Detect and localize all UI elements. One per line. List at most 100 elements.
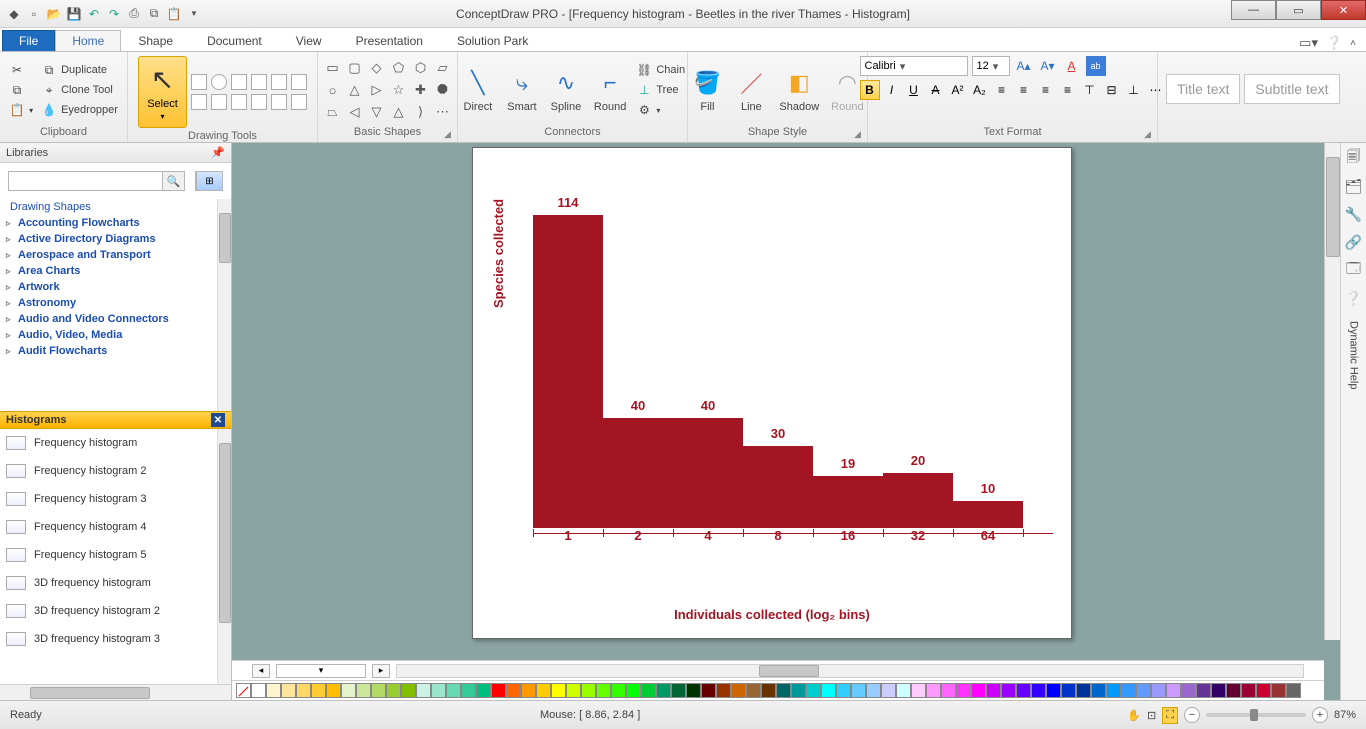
close-section-icon[interactable]: ✕	[211, 413, 225, 427]
color-swatch[interactable]	[1001, 683, 1016, 698]
shape-hexagon[interactable]: ⬡	[412, 59, 430, 77]
subtitle-text-button[interactable]: Subtitle text	[1244, 74, 1339, 104]
color-swatch[interactable]	[326, 683, 341, 698]
shape-arrow-r[interactable]: ▷	[368, 81, 386, 99]
color-swatch[interactable]	[1286, 683, 1301, 698]
color-swatch[interactable]	[866, 683, 881, 698]
template-item[interactable]: Frequency histogram	[0, 429, 217, 457]
color-swatch[interactable]	[266, 683, 281, 698]
color-swatch[interactable]	[851, 683, 866, 698]
color-swatch[interactable]	[296, 683, 311, 698]
color-swatch[interactable]	[1031, 683, 1046, 698]
template-item[interactable]: Frequency histogram 3	[0, 485, 217, 513]
color-swatch[interactable]	[1016, 683, 1031, 698]
color-swatch[interactable]	[731, 683, 746, 698]
bar[interactable]: 40	[603, 418, 673, 528]
shadow-button[interactable]: ◧Shadow	[775, 65, 823, 115]
new-icon[interactable]: ▫	[26, 6, 42, 22]
round-connector-button[interactable]: ⌐Round	[590, 65, 630, 115]
tab-solution-park[interactable]: Solution Park	[440, 30, 545, 51]
color-swatch[interactable]	[581, 683, 596, 698]
shape-trapezoid[interactable]: ⏢	[324, 103, 342, 121]
page-selector[interactable]: ▾	[276, 664, 366, 678]
tree-scrollbar[interactable]	[217, 199, 231, 411]
color-swatch[interactable]	[1271, 683, 1286, 698]
paste-icon[interactable]: 📋	[166, 6, 182, 22]
zoom-out-button[interactable]: −	[1184, 707, 1200, 723]
bar[interactable]: 40	[673, 418, 743, 528]
shape-triangle[interactable]: △	[346, 81, 364, 99]
dynamic-help-tab[interactable]: Dynamic Help	[1348, 321, 1360, 389]
page-next-button[interactable]: ▸	[372, 664, 390, 678]
align-right-button[interactable]: ≡	[1036, 80, 1056, 100]
color-swatch[interactable]	[911, 683, 926, 698]
canvas[interactable]: Species collected 114404030192010 124816…	[232, 143, 1324, 660]
text-format-dialog[interactable]: ◢	[1144, 129, 1154, 139]
color-swatch[interactable]	[791, 683, 806, 698]
tree-button[interactable]: ⊥Tree	[634, 81, 687, 99]
node-tool[interactable]	[211, 94, 227, 110]
color-swatch[interactable]	[821, 683, 836, 698]
valign-top-button[interactable]: ⊤	[1080, 80, 1100, 100]
text-tool[interactable]	[231, 94, 247, 110]
subscript-button[interactable]: A₂	[970, 80, 990, 100]
color-swatch[interactable]	[1106, 683, 1121, 698]
color-swatch[interactable]	[431, 683, 446, 698]
hyperlinks-panel-icon[interactable]: 🔗	[1345, 233, 1363, 251]
bar[interactable]: 30	[743, 446, 813, 529]
font-size-combo[interactable]: 12▾	[972, 56, 1010, 76]
color-swatch[interactable]	[1166, 683, 1181, 698]
color-swatch[interactable]	[1061, 683, 1076, 698]
open-icon[interactable]: 📂	[46, 6, 62, 22]
close-button[interactable]: ✕	[1321, 0, 1366, 20]
tab-shape[interactable]: Shape	[121, 30, 190, 51]
color-swatch[interactable]	[656, 683, 671, 698]
template-item[interactable]: Frequency histogram 4	[0, 513, 217, 541]
color-swatch[interactable]	[716, 683, 731, 698]
duplicate-button[interactable]: ⧉Duplicate	[39, 61, 120, 79]
color-swatch[interactable]	[1151, 683, 1166, 698]
shape-octagon[interactable]: ⯃	[434, 81, 452, 99]
align-left-button[interactable]: ≡	[992, 80, 1012, 100]
tab-presentation[interactable]: Presentation	[339, 30, 440, 51]
help-icon[interactable]: ❔	[1326, 35, 1342, 51]
arc-tool[interactable]	[271, 74, 287, 90]
color-swatch[interactable]	[671, 683, 686, 698]
shape-chevron[interactable]: ⟩	[412, 103, 430, 121]
shape-pentagon[interactable]: ⬠	[390, 59, 408, 77]
shape-diamond[interactable]: ◇	[368, 59, 386, 77]
color-swatch[interactable]	[491, 683, 506, 698]
color-swatch[interactable]	[1226, 683, 1241, 698]
shape-circle[interactable]: ○	[324, 81, 342, 99]
color-swatch[interactable]	[701, 683, 716, 698]
color-swatch[interactable]	[416, 683, 431, 698]
line-tool[interactable]	[231, 74, 247, 90]
tab-home[interactable]: Home	[55, 30, 121, 51]
title-text-button[interactable]: Title text	[1166, 74, 1240, 104]
bar[interactable]: 114	[533, 215, 603, 529]
color-swatch[interactable]	[761, 683, 776, 698]
color-swatch[interactable]	[371, 683, 386, 698]
list-scrollbar[interactable]	[217, 429, 231, 684]
superscript-button[interactable]: A²	[948, 80, 968, 100]
ellipse-tool[interactable]	[211, 74, 227, 90]
page-prev-button[interactable]: ◂	[252, 664, 270, 678]
bold-button[interactable]: B	[860, 80, 880, 100]
shape-arrow-l[interactable]: ◁	[346, 103, 364, 121]
select-tool-button[interactable]: ↖ Select ▾	[138, 56, 187, 128]
bar[interactable]: 10	[953, 501, 1023, 529]
shape-parallelogram[interactable]: ▱	[434, 59, 452, 77]
bar[interactable]: 20	[883, 473, 953, 528]
template-item[interactable]: Frequency histogram 5	[0, 541, 217, 569]
color-swatch[interactable]	[461, 683, 476, 698]
shape-style-dialog[interactable]: ◢	[854, 129, 864, 139]
color-swatch[interactable]	[476, 683, 491, 698]
undo-icon[interactable]: ↶	[86, 6, 102, 22]
color-swatch[interactable]	[311, 683, 326, 698]
fit-page-icon[interactable]: ⛶	[1162, 707, 1178, 724]
align-center-button[interactable]: ≡	[1014, 80, 1034, 100]
color-swatch[interactable]	[1046, 683, 1061, 698]
color-swatch[interactable]	[896, 683, 911, 698]
minimize-button[interactable]: —	[1231, 0, 1276, 20]
color-swatch[interactable]	[626, 683, 641, 698]
